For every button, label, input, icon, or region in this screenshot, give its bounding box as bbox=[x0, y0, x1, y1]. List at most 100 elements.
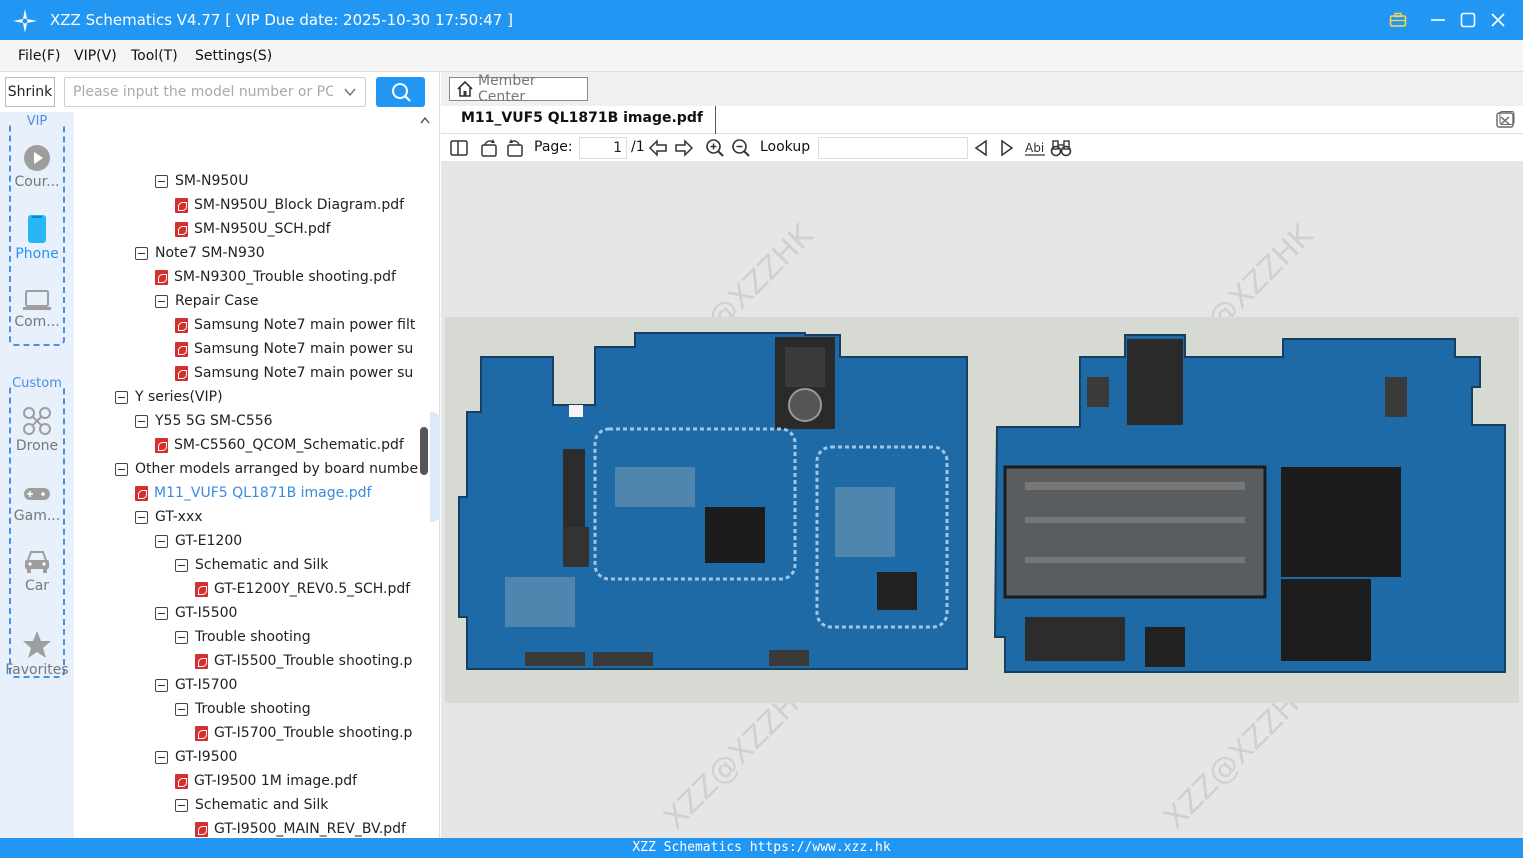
tree-folder-item[interactable]: Y series(VIP) bbox=[115, 385, 223, 409]
collapse-icon[interactable] bbox=[155, 294, 168, 308]
tree-file-item[interactable]: SM-N9300_Trouble shooting.pdf bbox=[155, 265, 396, 289]
tree-file-item[interactable]: M11_VUF5 QL1871B image.pdf bbox=[135, 481, 371, 505]
category-rail: VIP Cour... Phone Com... Custom Drone Ga… bbox=[0, 112, 74, 838]
next-page-button[interactable] bbox=[674, 138, 694, 158]
tree-file-item[interactable]: GT-I9500_MAIN_REV_BV.pdf bbox=[195, 817, 406, 838]
collapse-icon[interactable] bbox=[155, 534, 168, 548]
collapse-icon[interactable] bbox=[175, 798, 188, 812]
tree-folder-item[interactable]: Note7 SM-N930 bbox=[135, 241, 265, 265]
tree-folder-item[interactable]: Other models arranged by board numbe bbox=[115, 457, 418, 481]
search-icon bbox=[391, 83, 411, 102]
collapse-icon[interactable] bbox=[115, 390, 128, 404]
rail-item-computer[interactable]: Com... bbox=[0, 288, 74, 330]
tree-folder-item[interactable]: GT-I9500 bbox=[155, 745, 237, 769]
page-number-input[interactable]: 1 bbox=[579, 137, 627, 159]
tree-folder-item[interactable]: Trouble shooting bbox=[175, 625, 311, 649]
find-prev-button[interactable] bbox=[972, 138, 990, 158]
collapse-icon[interactable] bbox=[115, 462, 128, 476]
tree-item-label: GT-E1200 bbox=[175, 533, 243, 549]
search-button[interactable] bbox=[376, 77, 425, 107]
zoom-out-button[interactable] bbox=[731, 138, 751, 158]
rail-item-game[interactable]: Gam... bbox=[0, 482, 74, 524]
menu-bar: File(F) VIP(V) Tool(T) Settings(S) bbox=[0, 40, 1523, 72]
collapse-icon[interactable] bbox=[135, 246, 148, 260]
close-icon bbox=[1491, 13, 1505, 27]
collapse-icon[interactable] bbox=[175, 630, 188, 644]
collapse-icon[interactable] bbox=[135, 414, 148, 428]
tree-file-item[interactable]: SM-N950U_SCH.pdf bbox=[175, 217, 331, 241]
rotate-right-button[interactable] bbox=[505, 138, 525, 158]
tree-file-item[interactable]: GT-I5500_Trouble shooting.p bbox=[195, 649, 412, 673]
tree-folder-item[interactable]: Repair Case bbox=[155, 289, 259, 313]
tree-file-item[interactable]: GT-I5700_Trouble shooting.p bbox=[195, 721, 412, 745]
member-center-button[interactable]: Member Center bbox=[449, 73, 588, 105]
menu-file[interactable]: File(F) bbox=[18, 48, 60, 64]
find-all-button[interactable] bbox=[1050, 138, 1072, 158]
car-icon bbox=[25, 551, 49, 573]
tree-file-item[interactable]: Samsung Note7 main power filt bbox=[175, 313, 415, 337]
menu-vip[interactable]: VIP(V) bbox=[74, 48, 117, 64]
scroll-up-icon[interactable] bbox=[420, 116, 430, 124]
tree-file-item[interactable]: Samsung Note7 main power su bbox=[175, 337, 413, 361]
tree-folder-item[interactable]: GT-I5500 bbox=[155, 601, 237, 625]
close-button[interactable] bbox=[1486, 8, 1510, 32]
find-next-button[interactable] bbox=[998, 138, 1016, 158]
rail-item-favorites[interactable]: Favorites bbox=[0, 630, 74, 678]
rail-item-phone[interactable]: Phone bbox=[0, 214, 74, 262]
tree-item-label: GT-I5500_Trouble shooting.p bbox=[214, 653, 413, 669]
tree-folder-item[interactable]: GT-I5700 bbox=[155, 673, 237, 697]
rotate-left-button[interactable] bbox=[479, 138, 499, 158]
collapse-icon[interactable] bbox=[175, 702, 188, 716]
menu-settings[interactable]: Settings(S) bbox=[195, 48, 272, 64]
maximize-button[interactable] bbox=[1456, 8, 1480, 32]
rail-item-car[interactable]: Car bbox=[0, 548, 74, 594]
rail-item-drone[interactable]: Drone bbox=[0, 406, 74, 454]
collapse-icon[interactable] bbox=[155, 750, 168, 764]
document-tab[interactable]: M11_VUF5 QL1871B image.pdf bbox=[449, 106, 716, 134]
collapse-icon[interactable] bbox=[135, 510, 148, 524]
tree-folder-item[interactable]: Y55 5G SM-C556 bbox=[135, 409, 273, 433]
search-input[interactable] bbox=[73, 82, 333, 102]
tree-item-label: SM-N950U_SCH.pdf bbox=[194, 221, 331, 237]
collapse-icon[interactable] bbox=[155, 678, 168, 692]
briefcase-icon[interactable] bbox=[1386, 8, 1410, 32]
tree-folder-item[interactable]: SM-N950U bbox=[155, 169, 248, 193]
lookup-input[interactable] bbox=[818, 137, 968, 159]
tree-folder-item[interactable]: Trouble shooting bbox=[175, 697, 311, 721]
minimize-button[interactable] bbox=[1426, 8, 1450, 32]
collapse-icon[interactable] bbox=[175, 558, 188, 572]
toggle-sidebar-button[interactable] bbox=[449, 138, 469, 158]
panel-icon bbox=[450, 140, 468, 156]
collapse-icon[interactable] bbox=[155, 174, 168, 188]
tree-folder-item[interactable]: GT-E1200 bbox=[155, 529, 242, 553]
chevron-down-icon[interactable] bbox=[343, 85, 357, 99]
tree-file-item[interactable]: SM-C5560_QCOM_Schematic.pdf bbox=[155, 433, 404, 457]
close-tab-icon[interactable] bbox=[1495, 110, 1515, 130]
scroll-thumb[interactable] bbox=[420, 427, 428, 475]
tree-item-label: GT-I5700_Trouble shooting.p bbox=[214, 725, 413, 741]
model-search-box[interactable] bbox=[64, 77, 366, 107]
menu-tool[interactable]: Tool(T) bbox=[131, 48, 178, 64]
star-icon bbox=[23, 631, 51, 658]
tree-file-item[interactable]: GT-I9500 1M image.pdf bbox=[175, 769, 357, 793]
collapse-icon[interactable] bbox=[155, 606, 168, 620]
tree-file-item[interactable]: GT-E1200Y_REV0.5_SCH.pdf bbox=[195, 577, 410, 601]
tree-folder-item[interactable]: Schematic and Silk bbox=[175, 553, 328, 577]
tree-file-item[interactable]: SM-N950U_Block Diagram.pdf bbox=[175, 193, 404, 217]
tree-folder-item[interactable]: GT-xxx bbox=[135, 505, 203, 529]
shrink-button[interactable]: Shrink bbox=[5, 77, 55, 107]
tree-item-label: Samsung Note7 main power su bbox=[194, 341, 414, 357]
pane-splitter-handle[interactable] bbox=[430, 412, 440, 522]
tree-item-label: GT-I5700 bbox=[175, 677, 238, 693]
binoculars-icon bbox=[1050, 140, 1072, 157]
arrow-right-icon bbox=[675, 139, 694, 157]
tree-item-label: GT-E1200Y_REV0.5_SCH.pdf bbox=[214, 581, 411, 597]
rail-label-car: Car bbox=[24, 578, 50, 594]
prev-page-button[interactable] bbox=[648, 138, 668, 158]
match-case-button[interactable]: Abi bbox=[1024, 138, 1046, 158]
document-canvas[interactable]: XZZ@XZZHK XZZ@XZZHK XZZ@XZZHK XZZ@XZZHK bbox=[441, 162, 1523, 838]
tree-folder-item[interactable]: Schematic and Silk bbox=[175, 793, 328, 817]
zoom-in-button[interactable] bbox=[705, 138, 725, 158]
tree-file-item[interactable]: Samsung Note7 main power su bbox=[175, 361, 413, 385]
rail-item-course[interactable]: Cour... bbox=[0, 144, 74, 190]
